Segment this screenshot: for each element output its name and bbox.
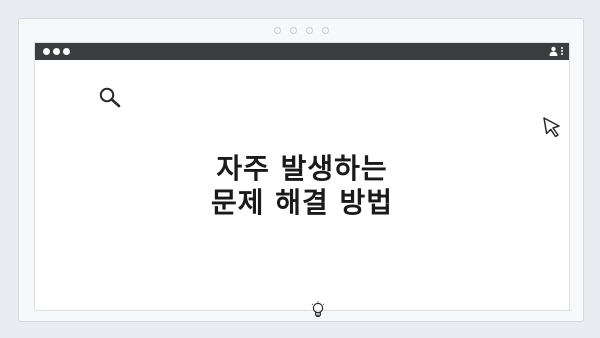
pagination-dot[interactable]: [273, 27, 281, 34]
user-icon[interactable]: [549, 46, 558, 56]
window-titlebar: [35, 43, 569, 60]
window-controls: [43, 48, 70, 55]
kebab-menu-icon[interactable]: [561, 47, 563, 55]
lightbulb-icon: [311, 301, 325, 318]
title-line-1: 자주 발생하는: [216, 152, 388, 185]
browser-window: 자주 발생하는 문제 해결 방법: [34, 42, 570, 318]
minimize-dot[interactable]: [53, 48, 60, 55]
close-dot[interactable]: [43, 48, 50, 55]
pagination-dot[interactable]: [321, 27, 329, 34]
maximize-dot[interactable]: [63, 48, 70, 55]
titlebar-actions: [549, 46, 563, 56]
pagination-dot[interactable]: [289, 27, 297, 34]
cursor-icon: [543, 117, 560, 138]
pagination-dot[interactable]: [305, 27, 313, 34]
search-icon: [99, 87, 121, 108]
slide-title: 자주 발생하는 문제 해결 방법: [35, 152, 569, 220]
pagination-dots: [19, 27, 583, 34]
slide-frame: 자주 발생하는 문제 해결 방법: [18, 18, 584, 322]
title-line-2: 문제 해결 방법: [210, 186, 394, 219]
